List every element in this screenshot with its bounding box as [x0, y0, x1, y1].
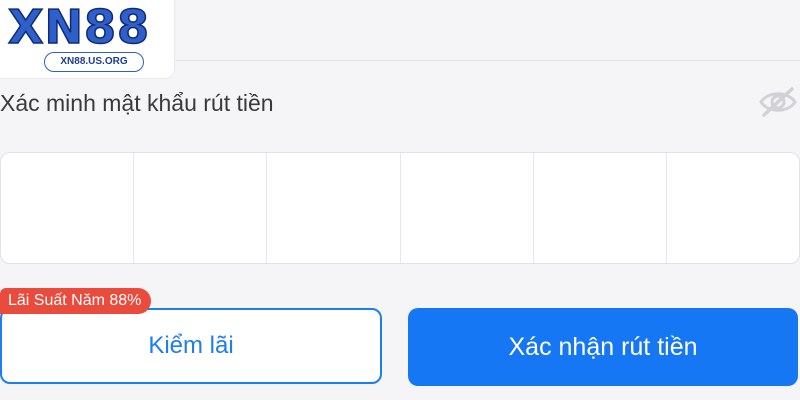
- withdraw-password-label: Xác minh mật khẩu rút tiền: [0, 90, 274, 116]
- pin-input-group: [0, 152, 800, 264]
- logo-brand-text: XN88: [7, 0, 150, 54]
- pin-digit-input[interactable]: [667, 153, 799, 263]
- brand-logo: XN88 XN88.US.ORG: [0, 0, 175, 79]
- interest-rate-badge: Lãi Suất Năm 88%: [0, 288, 152, 314]
- pin-digit-input[interactable]: [1, 153, 135, 263]
- pin-digit-input[interactable]: [134, 153, 268, 263]
- eye-off-icon[interactable]: [758, 86, 798, 118]
- logo-url-pill: XN88.US.ORG: [44, 52, 144, 72]
- pin-digit-input[interactable]: [401, 153, 534, 263]
- pin-digit-input[interactable]: [534, 153, 667, 263]
- confirm-withdraw-button[interactable]: Xác nhận rút tiền: [408, 308, 798, 386]
- check-interest-button[interactable]: Kiểm lãi: [0, 308, 382, 384]
- pin-digit-input[interactable]: [267, 153, 401, 263]
